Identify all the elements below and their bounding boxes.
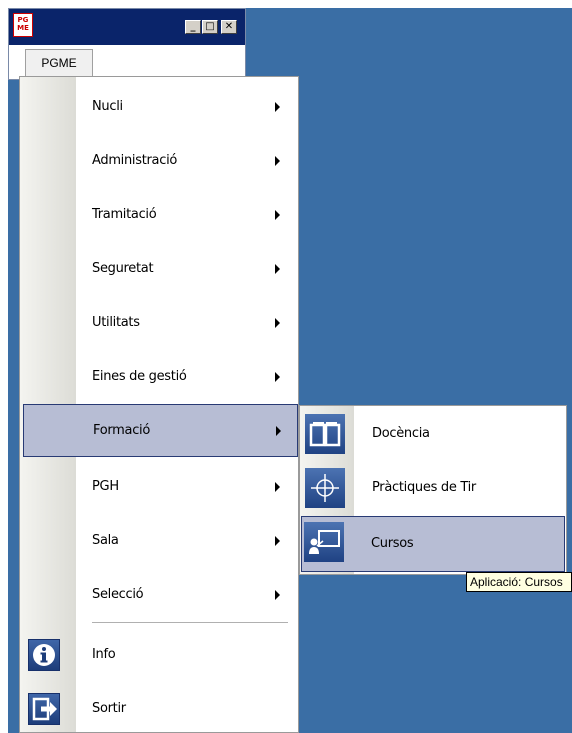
submenu-arrow-icon [275, 482, 280, 492]
submenu-arrow-icon [275, 156, 280, 166]
book-icon [305, 414, 345, 454]
submenu-arrow-icon [275, 210, 280, 220]
menu-item-sortir[interactable]: Sortir [22, 687, 296, 731]
submenu-formacio: Docència Pràctiques de Tir Cursos [299, 405, 567, 575]
menu-item-nucli[interactable]: Nucli [22, 85, 296, 129]
submenu-item-docencia[interactable]: Docència [302, 408, 564, 460]
menu-item-label: Nucli [92, 99, 123, 114]
menu-item-label: PGH [92, 479, 119, 494]
menu-item-seleccio[interactable]: Selecció [22, 573, 296, 617]
presentation-icon [304, 522, 344, 562]
app-window: PG ME _ □ ✕ PGME [8, 8, 246, 80]
menu-item-label: Eines de gestió [92, 369, 187, 384]
menu-separator [92, 622, 288, 624]
submenu-item-label: Docència [372, 426, 430, 441]
submenu-arrow-icon [275, 318, 280, 328]
menu-item-sala[interactable]: Sala [22, 519, 296, 563]
menu-item-utilitats[interactable]: Utilitats [22, 301, 296, 345]
submenu-arrow-icon [275, 102, 280, 112]
menu-item-label: Administració [92, 153, 178, 168]
submenu-arrow-icon [275, 536, 280, 546]
menu-item-label: Seguretat [92, 261, 154, 276]
close-button[interactable]: ✕ [221, 20, 237, 34]
minimize-button[interactable]: _ [185, 20, 201, 34]
title-bar[interactable]: PG ME _ □ ✕ [9, 9, 245, 45]
menu-item-label: Selecció [92, 587, 144, 602]
menu-item-formacio[interactable]: Formació [23, 404, 298, 457]
menu-item-tramitacio[interactable]: Tramitació [22, 193, 296, 237]
main-menu: Nucli Administració Tramitació Seguretat… [19, 76, 299, 733]
submenu-item-label: Cursos [371, 536, 414, 551]
tab-pgme[interactable]: PGME [25, 49, 93, 77]
menu-item-label: Sala [92, 533, 119, 548]
menu-item-label: Tramitació [92, 207, 157, 222]
menu-item-pgh[interactable]: PGH [22, 465, 296, 509]
exit-icon [28, 693, 60, 725]
menu-item-label: Sortir [92, 701, 126, 716]
submenu-item-cursos[interactable]: Cursos [301, 516, 565, 572]
app-logo-icon: PG ME [13, 13, 33, 37]
menu-item-administracio[interactable]: Administració [22, 139, 296, 183]
menu-item-info[interactable]: Info [22, 633, 296, 677]
crosshair-icon [305, 468, 345, 508]
menu-item-label: Info [92, 647, 116, 662]
info-icon [28, 639, 60, 671]
submenu-arrow-icon [276, 426, 281, 436]
submenu-arrow-icon [275, 590, 280, 600]
submenu-item-practiques-de-tir[interactable]: Pràctiques de Tir [302, 462, 564, 514]
submenu-arrow-icon [275, 372, 280, 382]
menu-item-label: Formació [93, 423, 151, 438]
tooltip: Aplicació: Cursos [466, 572, 572, 592]
menu-item-label: Utilitats [92, 315, 140, 330]
submenu-arrow-icon [275, 264, 280, 274]
menu-item-seguretat[interactable]: Seguretat [22, 247, 296, 291]
menu-item-eines-de-gestio[interactable]: Eines de gestió [22, 355, 296, 399]
submenu-item-label: Pràctiques de Tir [372, 480, 476, 495]
maximize-button[interactable]: □ [202, 20, 218, 34]
